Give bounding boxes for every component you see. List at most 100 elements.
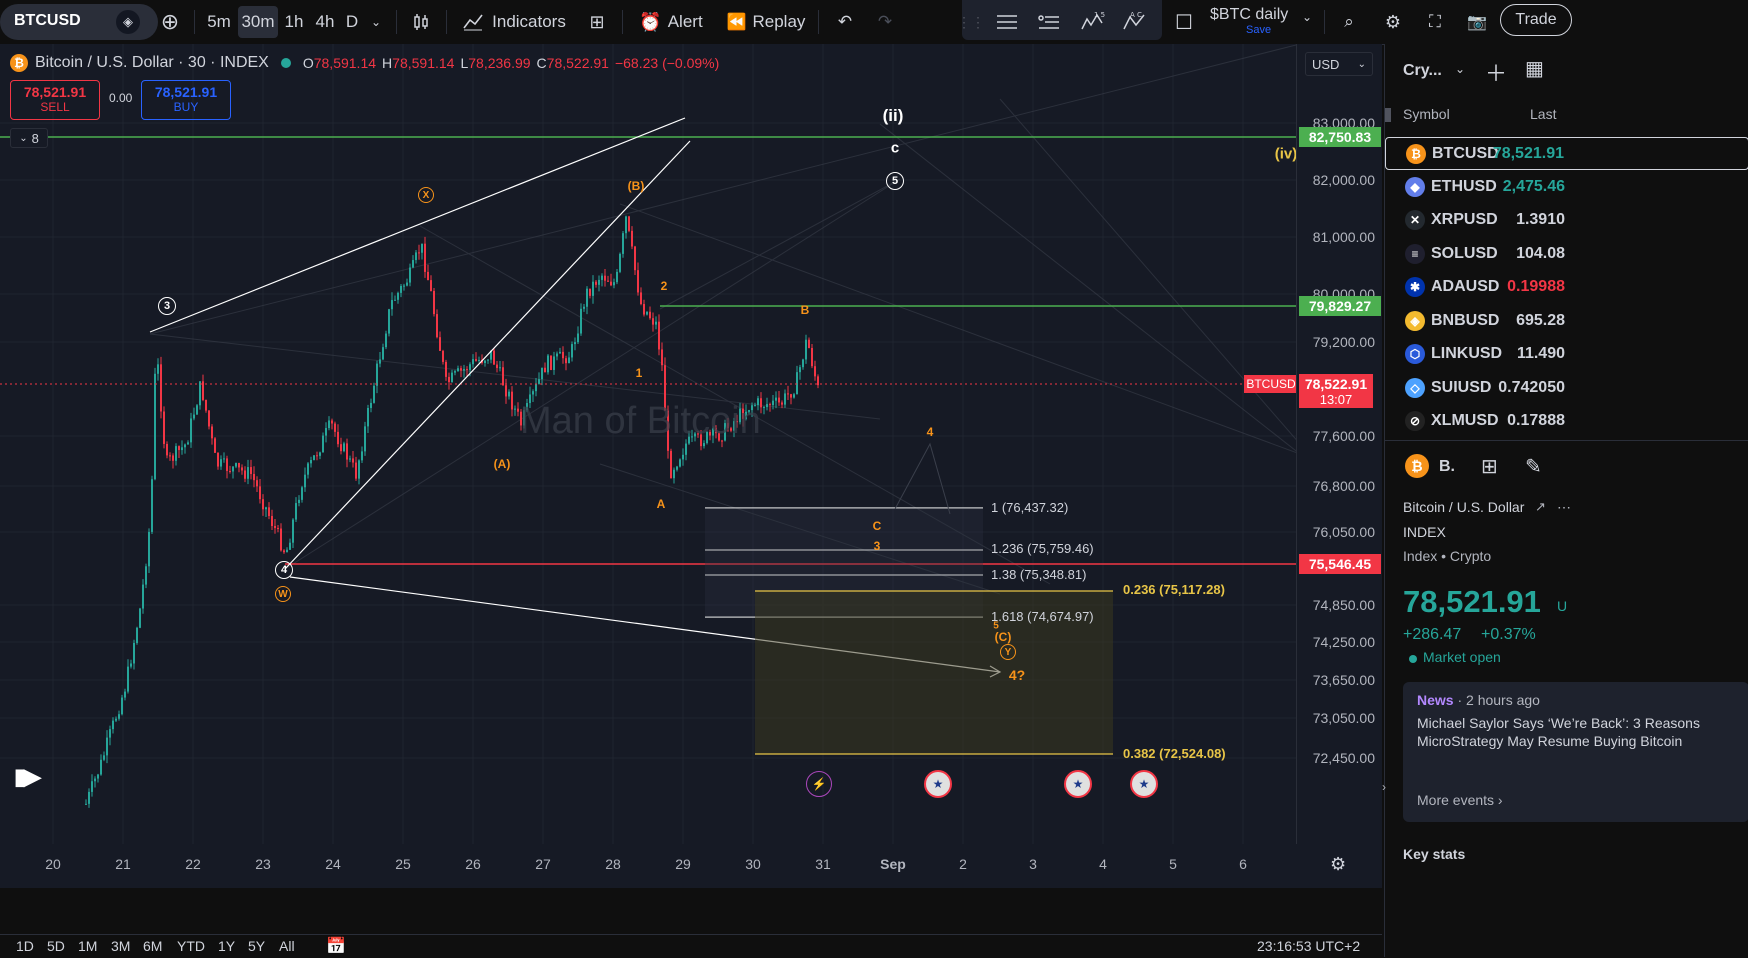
details-symbol[interactable]: B.: [1439, 458, 1455, 476]
sell-button[interactable]: 78,521.91 SELL: [10, 80, 100, 120]
fib-extension-icon[interactable]: [1032, 6, 1066, 38]
event-us-flag-icon[interactable]: ★: [1064, 770, 1092, 798]
chart-pane[interactable]: Man of Bitcoin ₿ Bitcoin / U.S. Dollar ·…: [0, 44, 1382, 888]
details-grid-icon[interactable]: ⊞: [1481, 454, 1498, 479]
collapse-panel-chevron-icon[interactable]: ›: [1382, 780, 1390, 804]
tradingview-logo-icon[interactable]: ▮▶: [14, 764, 41, 790]
wave-label-x[interactable]: X: [418, 187, 434, 203]
price-chart-canvas[interactable]: [0, 44, 1296, 888]
interval-30m[interactable]: 30m: [238, 6, 278, 38]
watchlist-row[interactable]: ≡ SOLUSD 104.08: [1385, 238, 1748, 271]
settings-gear-icon[interactable]: ⚙: [1378, 6, 1408, 38]
wave-label-4-question[interactable]: 4?: [1009, 667, 1025, 683]
watchlist-row[interactable]: ⊘ XLMUSD 0.17888: [1385, 405, 1748, 438]
watchlist-row[interactable]: ◇ SUIUSD 0.742050: [1385, 372, 1748, 405]
fib-level-0236[interactable]: 0.236 (75,117.28): [1123, 582, 1225, 597]
range-all[interactable]: All: [279, 938, 295, 954]
range-ytd[interactable]: YTD: [177, 938, 205, 954]
watchlist-row[interactable]: ◆ ETHUSD 2,475.46: [1385, 171, 1748, 204]
clock-timezone[interactable]: 23:16:53 UTC+2: [1257, 938, 1360, 954]
range-1d[interactable]: 1D: [16, 938, 34, 954]
external-link-icon[interactable]: ↗: [1535, 499, 1546, 515]
news-headline[interactable]: Michael Saylor Says ‘We’re Back’: 3 Reas…: [1417, 714, 1748, 750]
price-tag-green-mid[interactable]: 79,829.27: [1299, 296, 1381, 316]
price-axis[interactable]: USD ⌄ 83,000.00 82,000.00 81,000.00 80,00…: [1296, 44, 1382, 888]
wave-label-a[interactable]: A: [657, 497, 666, 511]
go-to-date-calendar-icon[interactable]: 📅: [326, 936, 346, 956]
watchlist-row[interactable]: ✕ XRPUSD 1.3910: [1385, 204, 1748, 237]
advanced-view-table-icon[interactable]: ▦: [1525, 56, 1544, 81]
wave-label-y[interactable]: Y: [1000, 644, 1016, 660]
fib-level-1[interactable]: 1 (76,437.32): [991, 500, 1068, 515]
fib-retracement-icon[interactable]: [990, 6, 1024, 38]
price-tag-red-low[interactable]: 75,546.45: [1299, 554, 1381, 574]
column-last-header[interactable]: Last: [1530, 106, 1556, 122]
wave-label-c-orange[interactable]: C: [873, 519, 882, 533]
buy-button[interactable]: 78,521.91 BUY: [141, 80, 231, 120]
range-5y[interactable]: 5Y: [248, 938, 265, 954]
wave-label-2[interactable]: 2: [661, 279, 668, 293]
drag-handle-icon[interactable]: ⋮⋮: [957, 6, 985, 38]
more-events-link[interactable]: More events ›: [1417, 792, 1503, 808]
templates-grid-icon[interactable]: ⊞: [582, 6, 612, 38]
watchlist-row[interactable]: ₿ BTCUSD 78,521.91: [1385, 137, 1748, 170]
candles-chart-type-icon[interactable]: [404, 6, 438, 38]
redo-icon[interactable]: ↷: [870, 6, 900, 38]
wave-label-c[interactable]: c: [891, 140, 899, 157]
wave-label-w[interactable]: W: [275, 586, 291, 602]
column-symbol-header[interactable]: Symbol: [1403, 106, 1450, 122]
price-tag-green-top[interactable]: 82,750.83: [1299, 127, 1381, 147]
watchlist-row[interactable]: ✱ ADAUSD 0.19988: [1385, 271, 1748, 304]
symbol-search[interactable]: BTCUSD ◈: [0, 4, 158, 40]
event-lightning-icon[interactable]: ⚡: [806, 771, 832, 797]
trade-button[interactable]: Trade: [1500, 4, 1572, 36]
layout-name-button[interactable]: $BTC daily Save ⌄: [1206, 4, 1316, 40]
fib-level-0382[interactable]: 0.382 (72,524.08): [1123, 746, 1226, 761]
add-symbol-plus-icon[interactable]: ＋: [1485, 56, 1507, 88]
panel-resize-handle[interactable]: [1385, 108, 1391, 122]
watchlist-row[interactable]: ◈ BNBUSD 695.28: [1385, 305, 1748, 338]
symbol-type-icon[interactable]: ◈: [116, 10, 140, 34]
legend-title[interactable]: Bitcoin / U.S. Dollar · 30 · INDEX: [35, 54, 269, 72]
wave-label-b-paren[interactable]: (B): [628, 179, 645, 193]
indicators-toggle[interactable]: ⌄ 8: [10, 128, 48, 148]
wave-label-4[interactable]: 4: [927, 425, 934, 439]
more-dots-icon[interactable]: ⋯: [1557, 499, 1571, 516]
range-1m[interactable]: 1M: [78, 938, 97, 954]
elliott-impulse-icon[interactable]: 1 5: [1076, 6, 1110, 38]
interval-d[interactable]: D: [341, 6, 363, 38]
interval-5m[interactable]: 5m: [202, 6, 236, 38]
fib-level-1618[interactable]: 1.618 (74,674.97): [991, 609, 1094, 624]
wedge-upper-line[interactable]: [149, 117, 686, 333]
alert-button[interactable]: ⏰ Alert: [634, 6, 708, 38]
interval-1h[interactable]: 1h: [280, 6, 308, 38]
wedge-lower-line[interactable]: [284, 140, 691, 570]
news-card[interactable]: News · 2 hours ago Michael Saylor Says ‘…: [1403, 682, 1748, 822]
details-name[interactable]: Bitcoin / U.S. Dollar: [1403, 499, 1524, 515]
wave-label-circled-3[interactable]: 3: [158, 297, 176, 315]
indicators-button[interactable]: Indicators: [460, 6, 568, 38]
compare-add-icon[interactable]: ⊕: [154, 6, 186, 38]
range-1y[interactable]: 1Y: [218, 938, 235, 954]
wave-label-circled-5[interactable]: 5: [886, 172, 904, 190]
interval-4h[interactable]: 4h: [310, 6, 340, 38]
currency-select[interactable]: USD ⌄: [1305, 52, 1373, 76]
event-us-flag-icon[interactable]: ★: [924, 770, 952, 798]
elliott-correction-icon[interactable]: A C: [1118, 6, 1152, 38]
current-price-tag[interactable]: 78,522.91 13:07: [1299, 374, 1373, 408]
range-3m[interactable]: 3M: [111, 938, 130, 954]
details-edit-icon[interactable]: ✎: [1525, 454, 1542, 479]
time-axis[interactable]: 20 21 22 23 24 25 26 27 28 29 30 31 Sep …: [0, 844, 1382, 888]
watchlist-name[interactable]: Cry...: [1403, 62, 1442, 80]
event-us-flag-icon[interactable]: ★: [1130, 770, 1158, 798]
undo-icon[interactable]: ↶: [830, 6, 860, 38]
fib-level-1236[interactable]: 1.236 (75,759.46): [991, 541, 1094, 556]
quick-search-icon[interactable]: ⌕: [1334, 6, 1364, 38]
camera-snapshot-icon[interactable]: 📷: [1462, 6, 1492, 38]
chart-settings-gear-icon[interactable]: ⚙: [1330, 854, 1346, 875]
watchlist-row[interactable]: ⬡ LINKUSD 11.490: [1385, 338, 1748, 371]
wave-label-c-paren[interactable]: (C): [995, 630, 1012, 644]
range-5d[interactable]: 5D: [47, 938, 65, 954]
watchlist-chevron-down-icon[interactable]: ⌄: [1455, 62, 1465, 76]
wave-label-1[interactable]: 1: [636, 366, 643, 380]
